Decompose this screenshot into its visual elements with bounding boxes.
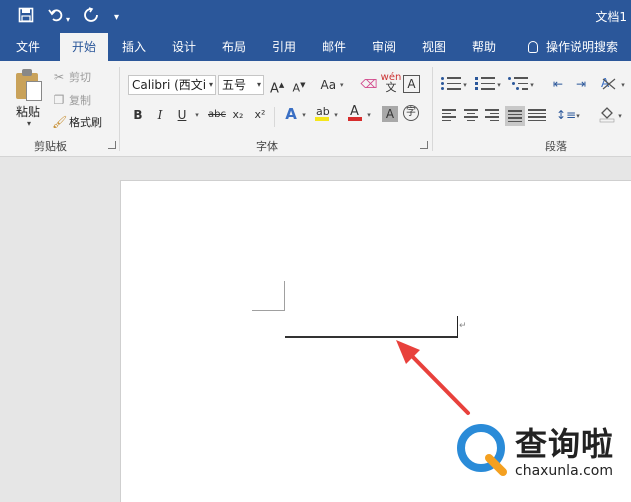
watermark-url: chaxunla.com xyxy=(515,463,613,479)
chaxunla-logo-icon xyxy=(457,424,507,476)
watermark-logo: 查询啦 chaxunla.com xyxy=(455,415,631,502)
watermark-brand: 查询啦 xyxy=(515,425,615,463)
